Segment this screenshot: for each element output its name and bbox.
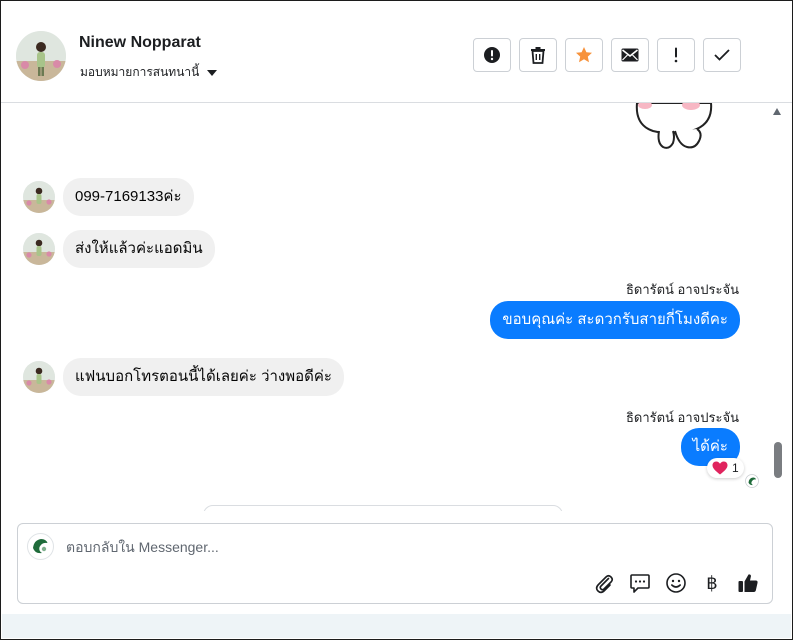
app-window: Ninew Nopparat มอบหมายการสนทนานี้ 099-71… xyxy=(0,0,793,640)
assign-conversation-dropdown[interactable]: มอบหมายการสนทนานี้ xyxy=(80,63,218,82)
page-avatar xyxy=(27,533,54,560)
sender-avatar[interactable] xyxy=(23,181,55,213)
message-bubble[interactable]: แฟนบอกโทรตอนนี้ได้เลยค่ะ ว่างพอดีค่ะ xyxy=(63,358,344,396)
sender-avatar[interactable] xyxy=(23,233,55,265)
smiley-icon xyxy=(666,573,686,593)
sender-name: ธิดารัตน์ อาจประจัน xyxy=(625,282,739,297)
envelope-icon xyxy=(621,48,639,62)
attach-button[interactable] xyxy=(592,571,616,595)
exclamation-icon xyxy=(674,47,678,63)
seen-by-avatar xyxy=(745,474,759,488)
saved-replies-button[interactable] xyxy=(628,571,652,595)
conversation-header: Ninew Nopparat มอบหมายการสนทนานี้ xyxy=(1,1,792,103)
message-incoming: ส่งให้แล้วค่ะแอดมิน xyxy=(23,230,215,268)
contact-avatar[interactable] xyxy=(16,31,66,81)
sender-name: ธิดารัตน์ อาจประจัน xyxy=(625,410,739,425)
mark-unread-button[interactable] xyxy=(611,38,649,72)
reply-input[interactable] xyxy=(66,537,666,557)
conversation-toolbar xyxy=(473,38,741,72)
message-thread: 099-7169133ค่ะ ส่งให้แล้วค่ะแอดมิน ธิดาร… xyxy=(1,103,792,511)
mark-done-button[interactable] xyxy=(703,38,741,72)
message-reaction[interactable]: 1 xyxy=(707,458,744,478)
scroll-up-arrow-icon[interactable] xyxy=(773,108,781,115)
reply-composer: ฿ xyxy=(17,523,773,604)
alert-circle-icon xyxy=(484,47,500,63)
message-bubble-outgoing[interactable]: ขอบคุณค่ะ สะดวกรับสายกี่โมงดีคะ xyxy=(490,301,740,339)
heart-icon xyxy=(712,461,728,475)
star-icon xyxy=(576,47,592,63)
star-button[interactable] xyxy=(565,38,603,72)
reaction-count: 1 xyxy=(732,461,739,475)
scrollbar-thumb[interactable] xyxy=(774,442,782,478)
message-incoming: 099-7169133ค่ะ xyxy=(23,178,194,216)
check-icon xyxy=(714,49,730,61)
composer-tools: ฿ xyxy=(592,571,760,595)
link-preview-card[interactable] xyxy=(203,505,563,511)
baht-icon: ฿ xyxy=(706,573,718,593)
emoji-button[interactable] xyxy=(664,571,688,595)
message-bubble[interactable]: 099-7169133ค่ะ xyxy=(63,178,194,216)
message-incoming: แฟนบอกโทรตอนนี้ได้เลยค่ะ ว่างพอดีค่ะ xyxy=(23,358,344,396)
paperclip-icon xyxy=(595,574,614,594)
mark-spam-button[interactable] xyxy=(473,38,511,72)
payment-button[interactable]: ฿ xyxy=(700,571,724,595)
delete-button[interactable] xyxy=(519,38,557,72)
caret-down-icon xyxy=(207,69,218,76)
like-button[interactable] xyxy=(736,571,760,595)
follow-up-button[interactable] xyxy=(657,38,695,72)
sticker-image xyxy=(635,103,713,149)
contact-name[interactable]: Ninew Nopparat xyxy=(79,34,201,52)
trash-icon xyxy=(531,47,545,64)
sender-avatar[interactable] xyxy=(23,361,55,393)
window-bottom-strip xyxy=(2,614,791,638)
thumbs-up-icon xyxy=(738,574,758,592)
message-bubble[interactable]: ส่งให้แล้วค่ะแอดมิน xyxy=(63,230,215,268)
chat-bubble-icon xyxy=(630,574,650,593)
assign-label: มอบหมายการสนทนานี้ xyxy=(80,65,200,79)
